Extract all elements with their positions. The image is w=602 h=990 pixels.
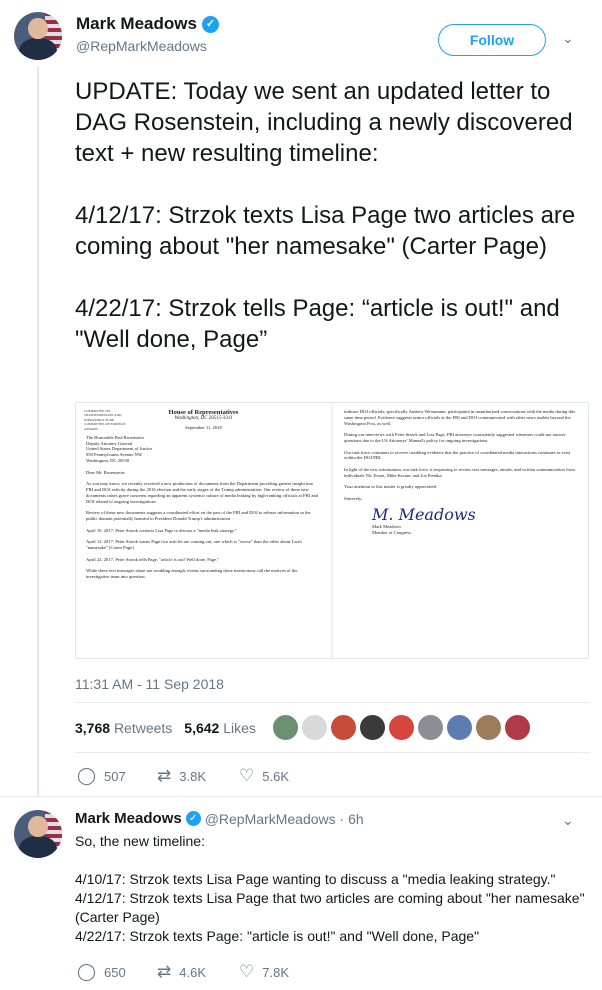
follow-button[interactable]: Follow bbox=[438, 24, 546, 56]
likes-stat[interactable]: 5,642 Likes bbox=[184, 720, 256, 736]
liker-avatar[interactable] bbox=[388, 714, 415, 741]
reply-actions: ◯ 650 ⇄ 4.6K ♡ 7.8K bbox=[77, 962, 319, 982]
retweet-button[interactable]: ⇄ 3.8K bbox=[157, 766, 239, 786]
tweet-actions: ◯ 507 ⇄ 3.8K ♡ 5.6K bbox=[77, 766, 319, 786]
tweet-text: UPDATE: Today we sent an updated letter … bbox=[75, 78, 576, 353]
liker-avatar[interactable] bbox=[272, 714, 299, 741]
retweet-icon: ⇄ bbox=[157, 962, 172, 981]
chevron-down-icon[interactable]: ⌄ bbox=[562, 30, 574, 47]
liker-avatar[interactable] bbox=[359, 714, 386, 741]
letter-body-left: The Honorable Rod Rosenstein Deputy Atto… bbox=[86, 434, 318, 579]
retweet-icon: ⇄ bbox=[157, 766, 172, 785]
reply-button[interactable]: ◯ 650 bbox=[77, 962, 157, 982]
liker-avatar[interactable] bbox=[475, 714, 502, 741]
reply-icon: ◯ bbox=[77, 962, 97, 981]
likers-avatar-row bbox=[272, 714, 531, 741]
tweet-header: Mark Meadows ✓ @RepMarkMeadows bbox=[76, 14, 219, 54]
reply-button[interactable]: ◯ 507 bbox=[77, 766, 157, 786]
letter-body-right: indicate DOJ officials, specifically And… bbox=[344, 409, 576, 501]
letterhead-committees: COMMITTEE ON TRANSPORTATION AND INFRASTR… bbox=[84, 409, 126, 431]
retweets-stat[interactable]: 3,768 Retweets bbox=[75, 720, 172, 736]
attached-letter-image[interactable]: COMMITTEE ON TRANSPORTATION AND INFRASTR… bbox=[75, 402, 589, 659]
author-handle[interactable]: @RepMarkMeadows bbox=[76, 38, 219, 54]
signature-image: M. Meadows bbox=[372, 504, 476, 524]
reply-header: Mark Meadows ✓ @RepMarkMeadows · 6h bbox=[75, 810, 364, 827]
letter-page-1: COMMITTEE ON TRANSPORTATION AND INFRASTR… bbox=[76, 403, 332, 658]
liker-avatar[interactable] bbox=[330, 714, 357, 741]
liker-avatar[interactable] bbox=[301, 714, 328, 741]
like-button[interactable]: ♡ 5.6K bbox=[239, 766, 319, 786]
reply-avatar[interactable] bbox=[14, 810, 62, 858]
like-button[interactable]: ♡ 7.8K bbox=[239, 962, 319, 982]
divider bbox=[0, 796, 602, 797]
verified-badge-icon: ✓ bbox=[185, 811, 201, 826]
divider bbox=[75, 702, 590, 703]
reply-icon: ◯ bbox=[77, 766, 97, 785]
reply-meta[interactable]: @RepMarkMeadows · 6h bbox=[205, 811, 364, 827]
verified-badge-icon: ✓ bbox=[201, 15, 219, 33]
thread-connector-line bbox=[37, 66, 39, 796]
author-name[interactable]: Mark Meadows ✓ bbox=[76, 14, 219, 34]
engagement-stats: 3,768 Retweets 5,642 Likes bbox=[75, 720, 256, 736]
liker-avatar[interactable] bbox=[446, 714, 473, 741]
tweet-timestamp[interactable]: 11:31 AM - 11 Sep 2018 bbox=[75, 676, 224, 692]
avatar[interactable] bbox=[14, 12, 62, 60]
reply-author-name[interactable]: Mark Meadows bbox=[75, 810, 182, 827]
letter-page-2: indicate DOJ officials, specifically And… bbox=[334, 403, 588, 658]
liker-avatar[interactable] bbox=[504, 714, 531, 741]
retweet-button[interactable]: ⇄ 4.6K bbox=[157, 962, 239, 982]
liker-avatar[interactable] bbox=[417, 714, 444, 741]
heart-icon: ♡ bbox=[239, 962, 255, 981]
chevron-down-icon[interactable]: ⌄ bbox=[562, 812, 574, 829]
letter-signer: Mark Meadows Member of Congress bbox=[372, 523, 411, 535]
reply-text: So, the new timeline: 4/10/17: Strzok te… bbox=[75, 833, 585, 944]
heart-icon: ♡ bbox=[239, 766, 255, 785]
divider bbox=[75, 752, 590, 753]
